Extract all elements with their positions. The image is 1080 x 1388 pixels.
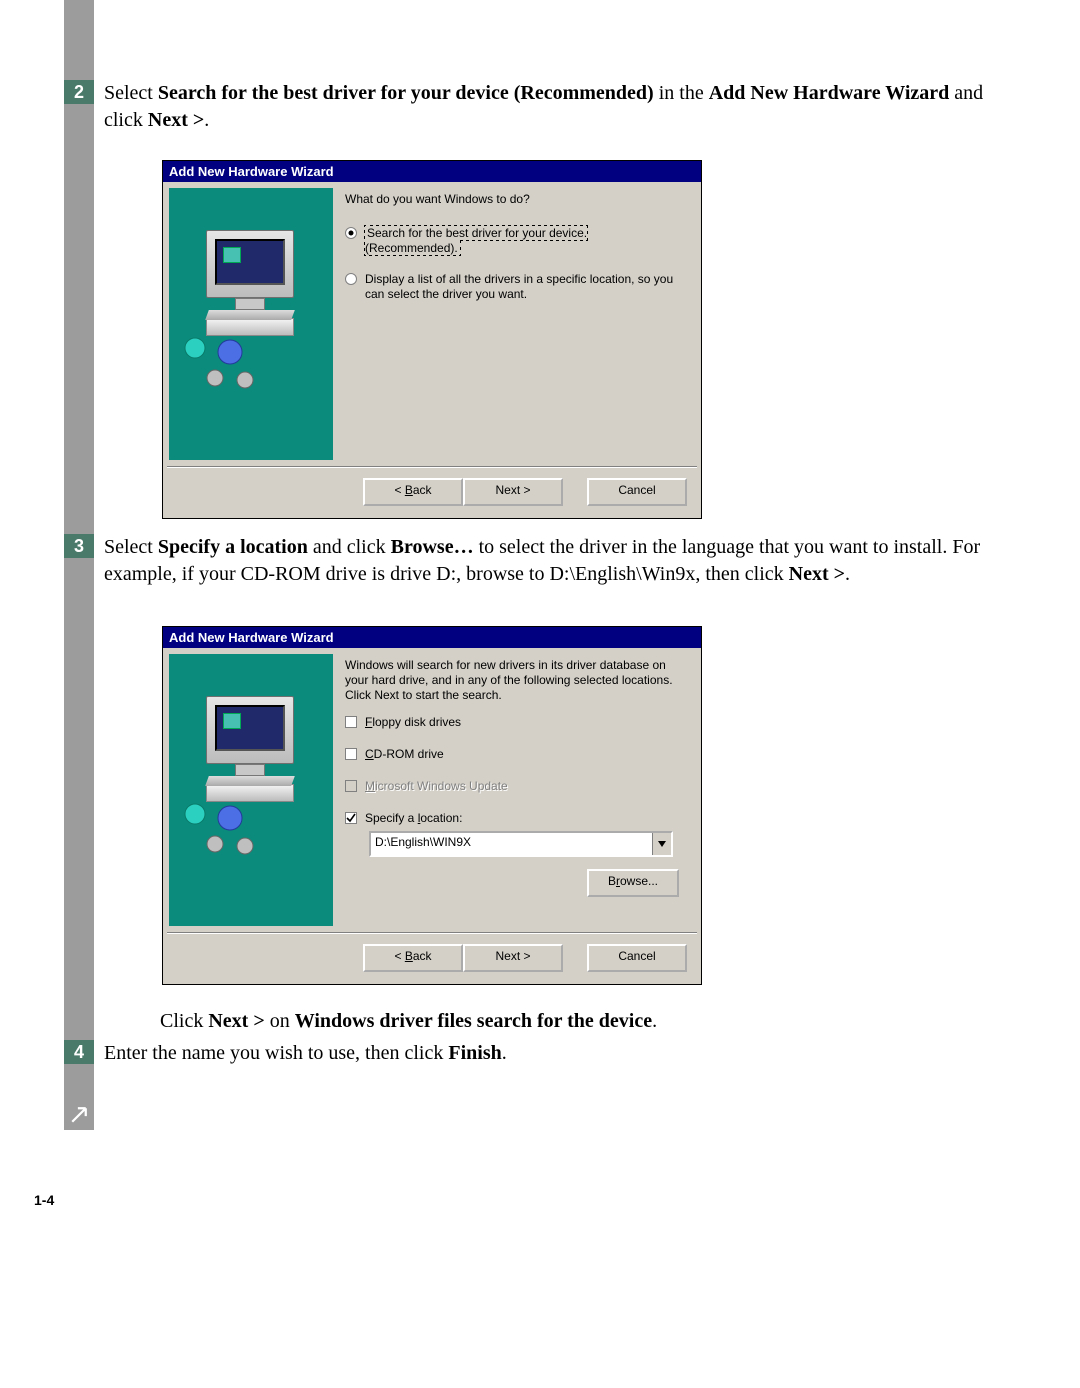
step-2-text: Select Search for the best driver for yo…	[104, 80, 1010, 134]
chevron-down-icon	[658, 841, 666, 847]
checkbox-disabled-icon	[345, 780, 357, 792]
left-gutter	[64, 0, 94, 1130]
checkbox-label: CD-ROM drive	[365, 747, 683, 762]
radio-label: Search for the best driver for your devi…	[367, 226, 587, 240]
checkbox-checked-icon	[345, 812, 357, 824]
radio-label: Display a list of all the drivers in a s…	[365, 272, 683, 302]
wizard-graphic	[169, 654, 333, 926]
step-4-badge: 4	[64, 1040, 94, 1064]
checkbox-empty-icon	[345, 716, 357, 728]
wizard-dialog-search: Add New Hardware Wizard What do you want…	[162, 160, 702, 519]
back-button[interactable]: < Back	[363, 944, 463, 972]
wizard-title: Add New Hardware Wizard	[163, 627, 701, 648]
gears-icon	[175, 330, 295, 400]
step-3b-text: Click Next > on Windows driver files sea…	[160, 1008, 1010, 1035]
combo-dropdown-button[interactable]	[652, 833, 671, 855]
checkbox-label: Microsoft Windows Update	[365, 779, 683, 794]
next-button[interactable]: Next >	[463, 944, 563, 972]
page-number: 1-4	[34, 1192, 54, 1208]
step-2-badge: 2	[64, 80, 94, 104]
checkbox-floppy[interactable]: Floppy disk drives	[345, 715, 683, 731]
next-button[interactable]: Next >	[463, 478, 563, 506]
radio-display-list[interactable]: Display a list of all the drivers in a s…	[345, 272, 683, 302]
checkbox-specify-location[interactable]: Specify a location:	[345, 811, 683, 827]
checkbox-empty-icon	[345, 748, 357, 760]
wizard-graphic	[169, 188, 333, 460]
cancel-button[interactable]: Cancel	[587, 944, 687, 972]
monitor-icon	[195, 696, 305, 802]
location-path[interactable]: D:\English\WIN9X	[371, 833, 652, 855]
location-combo[interactable]: D:\English\WIN9X	[369, 831, 673, 857]
checkbox-cdrom[interactable]: CD-ROM drive	[345, 747, 683, 763]
prompt-text: What do you want Windows to do?	[345, 192, 683, 206]
checkbox-label: Floppy disk drives	[365, 715, 683, 730]
step-4-text: Enter the name you wish to use, then cli…	[104, 1040, 1010, 1067]
cancel-button[interactable]: Cancel	[587, 478, 687, 506]
gears-icon	[175, 796, 295, 866]
back-button[interactable]: < Back	[363, 478, 463, 506]
radio-selected-icon	[345, 227, 357, 239]
continue-arrow-icon	[70, 1106, 88, 1124]
wizard-title: Add New Hardware Wizard	[163, 161, 701, 182]
checkbox-label: Specify a location:	[365, 811, 683, 826]
wizard-dialog-location: Add New Hardware Wizard Windows will sea…	[162, 626, 702, 985]
monitor-icon	[195, 230, 305, 336]
radio-unselected-icon	[345, 273, 357, 285]
checkbox-ms-update: Microsoft Windows Update	[345, 779, 683, 795]
intro-text: Windows will search for new drivers in i…	[345, 658, 683, 703]
step-3-badge: 3	[64, 534, 94, 558]
radio-search-best[interactable]: Search for the best driver for your devi…	[345, 226, 683, 256]
browse-button[interactable]: Browse...	[587, 869, 679, 897]
step-3-text: Select Specify a location and click Brow…	[104, 534, 1010, 588]
